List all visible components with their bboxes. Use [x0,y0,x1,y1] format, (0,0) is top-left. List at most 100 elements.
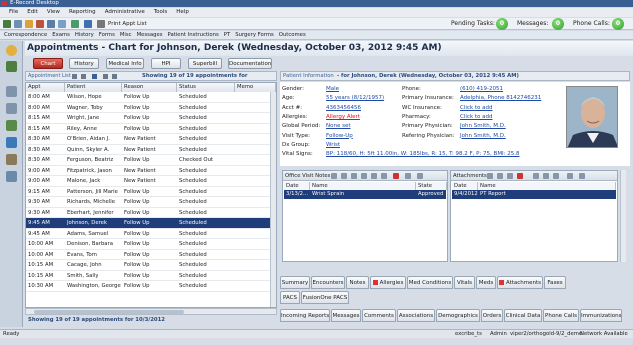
col-appt[interactable]: Appt [26,83,65,92]
tab-incoming-reports[interactable]: Incoming Reports [280,309,330,322]
tab-meds[interactable]: Meds [476,276,496,289]
view-attachment-icon[interactable] [507,173,513,179]
patient-field-value[interactable]: Wrist [326,141,340,150]
nav-misc[interactable]: Misc [120,31,132,40]
patient-field-value[interactable]: 4363456456 [326,104,361,113]
tab-phone-calls[interactable]: Phone Calls [543,309,579,322]
save-icon[interactable] [47,20,55,28]
home-icon[interactable] [25,20,33,28]
printer-icon[interactable] [97,20,105,28]
previous-page-icon[interactable] [81,74,86,79]
tab-immunizations[interactable]: Immunizations [580,309,622,322]
notes-icon[interactable] [6,103,17,114]
patient-field-value[interactable]: John Smith, M.D. [460,122,506,131]
tab-documentation[interactable]: Documentation [228,58,272,69]
patient-field-value[interactable]: Adelphia, Phone 8142746231 [460,94,541,103]
calendar-icon[interactable] [36,20,44,28]
nav-history[interactable]: History [75,31,94,40]
print-appt-list-button[interactable]: Print Appt List [108,20,147,28]
patients-icon[interactable] [6,61,17,72]
view-note-icon[interactable] [361,173,367,179]
menu-tools[interactable]: Tools [154,8,168,17]
patient-field-value[interactable]: 55 years (8/12/1957) [326,94,384,103]
copy-note-icon[interactable] [351,173,357,179]
appointment-row[interactable]: 9:15 AM Patterson, Jill Marie Follow Up Sch… [26,187,276,197]
fax-note-icon[interactable] [381,173,387,179]
clipboard-icon[interactable] [6,137,17,148]
tab-pacs[interactable]: PACS [280,291,300,304]
tab-chart[interactable]: Chart [33,58,63,69]
pending-tasks-badge[interactable]: 0 [496,18,508,30]
delete-note-icon[interactable] [393,173,399,179]
tab-comments[interactable]: Comments [362,309,396,322]
tab-messages[interactable]: Messages [331,309,361,322]
menu-edit[interactable]: Edit [27,8,38,17]
chart-vertical-scrollbar[interactable] [620,170,626,262]
delete-attachment-icon[interactable] [517,173,523,179]
attachment-row[interactable]: 9/4/2012 PT Report [452,190,616,199]
menu-help[interactable]: Help [176,8,189,17]
appointment-row[interactable]: 10:00 AM Denison, Barbara Follow Up Schedul… [26,239,276,250]
refresh-attachments-icon[interactable] [567,173,573,179]
phone-calls-badge[interactable]: 0 [612,18,624,30]
document-icon[interactable] [6,86,17,97]
email-attachment-icon[interactable] [553,173,559,179]
edit-note-icon[interactable] [341,173,347,179]
menu-view[interactable]: View [47,8,60,17]
appointment-row[interactable]: 8:00 AM Wagner, Toby Follow Up Scheduled [26,103,276,113]
appointment-vertical-scrollbar[interactable] [270,92,276,307]
add-attachment-icon[interactable] [487,173,493,179]
att-col-name[interactable]: Name [478,182,616,190]
scan-icon[interactable] [497,173,503,179]
appointment-row[interactable]: 10:15 AM Smith, Sally Follow Up Scheduled [26,271,276,281]
col-status[interactable]: Status [177,83,235,92]
chart-icon[interactable] [58,20,66,28]
appointment-row[interactable]: 9:45 AM Adams, Samuel Follow Up Scheduled [26,229,276,239]
tab-faxes[interactable]: Faxes [544,276,566,289]
tab-notes[interactable]: Notes [346,276,369,289]
tab-medical-info[interactable]: Medical Info [106,58,144,69]
fax-attachment-icon[interactable] [543,173,549,179]
tab-orders[interactable]: Orders [481,309,503,322]
more-attachments-icon[interactable] [579,173,585,179]
tab-attachments[interactable]: Attachments [497,276,543,289]
appointment-row[interactable]: 9:30 AM Eberhart, Jennifer Follow Up Schedu… [26,208,276,218]
appointment-row[interactable]: 9:30 AM Richards, Michelle Follow Up Schedu… [26,197,276,208]
refresh-icon[interactable] [84,20,92,28]
patient-field-value[interactable]: BP: 118/60, H: 5ft 11.00in, W: 185lbs, R… [326,150,520,159]
nav-exams[interactable]: Exams [52,31,70,40]
appointment-row[interactable]: 9:45 AM Johnson, Derek Follow Up Scheduled [26,218,276,229]
tab-history[interactable]: History [69,58,99,69]
today-icon[interactable] [92,74,97,79]
col-reason[interactable]: Reason [122,83,177,92]
tab-vitals[interactable]: Vitals [454,276,475,289]
appointment-row[interactable]: 8:15 AM Wright, Jane Follow Up Scheduled [26,113,276,124]
messages-badge[interactable]: 0 [552,18,564,30]
nav-forms[interactable]: Forms [99,31,115,40]
patient-field-value[interactable]: None set [326,122,351,131]
nav-correspondence[interactable]: Correspondence [4,31,47,40]
print-note-icon[interactable] [371,173,377,179]
ovn-col-state[interactable]: State [416,182,447,190]
new-icon[interactable] [3,20,11,28]
appointment-row[interactable]: 8:30 AM Quinn, Skyler A. New Patient Schedu… [26,145,276,155]
menu-reporting[interactable]: Reporting [69,8,96,17]
tab-hpi[interactable]: HPI [151,58,181,69]
tab-summary[interactable]: Summary [280,276,310,289]
tab-superbill[interactable]: Superbill [188,58,222,69]
print-attachment-icon[interactable] [533,173,539,179]
chart-icon[interactable] [6,171,17,182]
appointment-row[interactable]: 9:00 AM Malone, Jack New Patient Scheduled [26,176,276,187]
tab-clinical-data[interactable]: Clinical Data [504,309,542,322]
scroll-thumb[interactable] [34,310,184,314]
tab-demographics[interactable]: Demographics [436,309,480,322]
patient-field-value[interactable]: Male [326,85,339,94]
ovn-col-date[interactable]: Date [284,182,310,190]
patient-field-value[interactable]: Follow-Up [326,132,353,141]
patient-field-value[interactable]: Click to add [460,113,492,122]
more-notes-icon[interactable] [417,173,423,179]
col-patient[interactable]: Patient [65,83,122,92]
nav-patient-instructions[interactable]: Patient Instructions [168,31,219,40]
next-page-icon[interactable] [103,74,108,79]
ovn-col-name[interactable]: Name [310,182,416,190]
